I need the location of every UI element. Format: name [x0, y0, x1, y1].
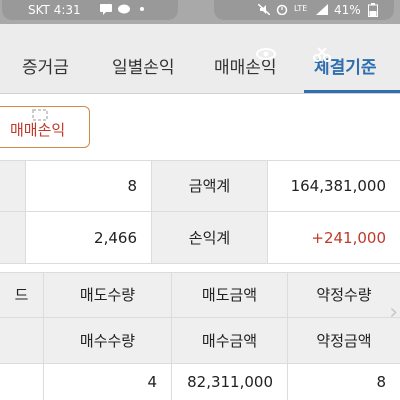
scissors-icon [313, 47, 331, 62]
column-header [0, 318, 44, 363]
battery-icon [368, 3, 378, 17]
eye-icon [256, 48, 276, 60]
signal-icon [316, 4, 328, 15]
lte-label: LTE [294, 4, 308, 13]
alarm-icon [276, 4, 288, 15]
trade-pnl-button-label: 매매손익 [10, 121, 66, 139]
summary-fee-value: 2,466 [26, 212, 152, 263]
column-header-sell-amount: 매도금액 [172, 273, 288, 317]
total-pnl-label: 손익계 [152, 212, 268, 263]
table-cell-sell-amount: 82,311,000 [172, 364, 288, 400]
column-header-contract-amount: 약정금액 [316, 331, 372, 350]
message-icon [100, 4, 112, 15]
battery-level: 41% [334, 3, 361, 17]
status-bar: SKT 4:31 LTE 41% [0, 0, 400, 24]
total-amount-label: 금액계 [152, 161, 268, 211]
summary-row: 2,466 손익계 +241,000 [0, 212, 400, 264]
tab-bar: 증거금 일별손익 매매손익 체결기준 [0, 24, 400, 94]
summary-row-label [0, 212, 26, 263]
column-header: 드 [0, 273, 44, 317]
mute-icon [258, 4, 270, 15]
tab-daily-pnl[interactable]: 일별손익 [112, 58, 175, 78]
total-pnl-value: +241,000 [268, 212, 400, 263]
column-header-contract-qty: 약정수량 [316, 286, 372, 304]
table-row[interactable]: 4 82,311,000 8 [0, 364, 400, 400]
table-cell [0, 364, 44, 400]
column-header-sell-qty: 매도수량 [44, 273, 172, 317]
summary-row-label [0, 161, 26, 211]
more-dots-icon [140, 7, 144, 11]
column-header-buy-amount: 매수금액 [172, 318, 288, 363]
chat-icon [118, 4, 130, 14]
tab-margin[interactable]: 증거금 [22, 58, 69, 78]
chevron-right-icon[interactable]: › [389, 300, 398, 325]
summary-count-value: 8 [26, 161, 152, 211]
column-header-buy-qty: 매수수량 [44, 318, 172, 363]
total-amount-value: 164,381,000 [268, 161, 400, 211]
trade-pnl-button[interactable]: 매매손익 [0, 106, 90, 148]
table-cell-contract-qty: 8 [376, 373, 386, 391]
active-tab-indicator [304, 90, 400, 93]
summary-row: 8 금액계 164,381,000 [0, 160, 400, 212]
carrier-time: SKT 4:31 [28, 3, 81, 17]
detail-header-row: 매수수량 매수금액 약정금액 [0, 318, 400, 364]
table-cell-sell-qty: 4 [44, 364, 172, 400]
detail-header-row: 드 매도수량 매도금액 약정수량 [0, 272, 400, 318]
